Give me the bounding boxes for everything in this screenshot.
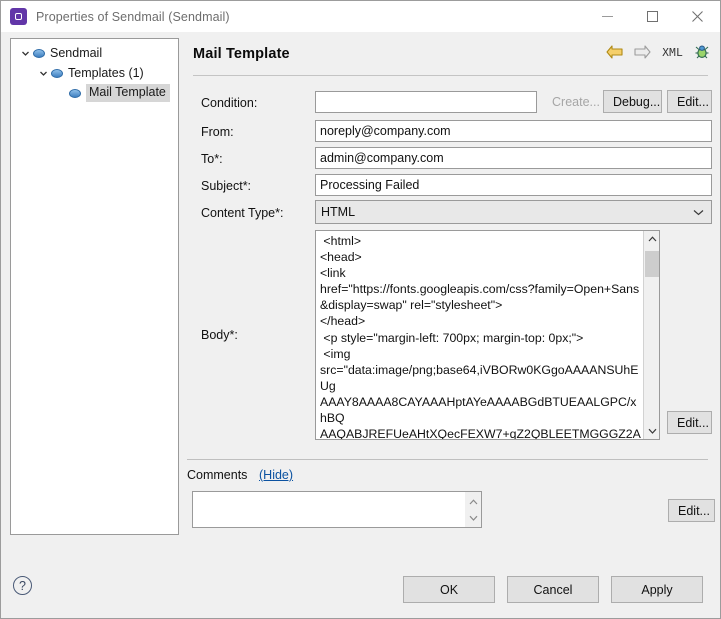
properties-dialog-window: Properties of Sendmail (Sendmail) Sendma… xyxy=(0,0,721,619)
dialog-footer: ? OK Cancel Apply xyxy=(1,562,720,618)
debug-button[interactable]: Debug... xyxy=(603,90,662,113)
app-square-icon xyxy=(10,8,27,25)
tree-item-label: Sendmail xyxy=(50,46,102,61)
scrollbar-thumb[interactable] xyxy=(645,251,659,277)
body-scrollbar[interactable] xyxy=(643,231,659,439)
window-controls xyxy=(585,1,720,32)
back-arrow-icon[interactable] xyxy=(606,45,623,59)
scroll-down-icon[interactable] xyxy=(644,423,660,439)
close-icon[interactable] xyxy=(675,1,720,32)
comments-edit-button[interactable]: Edit... xyxy=(668,499,715,522)
pane-toolbar: XML xyxy=(606,44,710,60)
chevron-down-icon xyxy=(693,205,704,219)
tree-item-mail-template[interactable]: Mail Template xyxy=(11,83,178,103)
forward-arrow-icon[interactable] xyxy=(634,45,651,59)
to-label: To*: xyxy=(201,152,223,166)
properties-pane: Mail Template XML xyxy=(187,32,720,562)
subject-label: Subject*: xyxy=(201,179,251,193)
cancel-button[interactable]: Cancel xyxy=(507,576,599,603)
navigation-tree[interactable]: Sendmail Templates (1) Mail Template xyxy=(10,38,179,535)
title-divider xyxy=(193,75,708,76)
apply-button[interactable]: Apply xyxy=(611,576,703,603)
comments-divider xyxy=(187,459,708,460)
page-title: Mail Template xyxy=(193,46,290,62)
body-textarea[interactable]: <html> <head> <link href="https://fonts.… xyxy=(315,230,660,440)
node-dot-icon xyxy=(33,49,45,58)
body-label: Body*: xyxy=(201,328,238,342)
debug-bug-icon[interactable] xyxy=(694,44,710,60)
scroll-up-icon[interactable] xyxy=(465,493,481,510)
content-type-label: Content Type*: xyxy=(201,206,283,220)
chevron-down-icon[interactable] xyxy=(35,69,51,78)
body-edit-button[interactable]: Edit... xyxy=(667,411,712,434)
node-dot-icon xyxy=(51,69,63,78)
comments-label: Comments xyxy=(187,468,247,482)
dialog-content: Sendmail Templates (1) Mail Template Mai… xyxy=(1,32,720,618)
xml-icon[interactable]: XML xyxy=(662,46,683,59)
scroll-down-icon[interactable] xyxy=(465,509,481,526)
comments-hide-link[interactable]: (Hide) xyxy=(259,468,293,482)
footer-button-group: OK Cancel Apply xyxy=(403,576,703,603)
chevron-down-icon[interactable] xyxy=(17,49,33,58)
tree-item-label: Templates (1) xyxy=(68,66,144,81)
tree-item-templates[interactable]: Templates (1) xyxy=(11,63,178,83)
comments-text-content xyxy=(193,492,465,527)
body-text-content: <html> <head> <link href="https://fonts.… xyxy=(316,231,643,439)
condition-input[interactable] xyxy=(315,91,537,113)
create-button: Create... xyxy=(542,90,598,113)
minimize-icon[interactable] xyxy=(585,1,630,32)
subject-input[interactable] xyxy=(315,174,712,196)
comments-textarea[interactable] xyxy=(192,491,482,528)
tree-item-sendmail[interactable]: Sendmail xyxy=(11,43,178,63)
to-input[interactable] xyxy=(315,147,712,169)
condition-edit-button[interactable]: Edit... xyxy=(667,90,712,113)
from-label: From: xyxy=(201,125,234,139)
help-icon[interactable]: ? xyxy=(13,576,32,595)
tree-item-label: Mail Template xyxy=(86,84,170,102)
content-type-select[interactable]: HTML xyxy=(315,200,712,224)
condition-label: Condition: xyxy=(201,96,257,110)
title-bar: Properties of Sendmail (Sendmail) xyxy=(1,1,720,32)
content-type-value: HTML xyxy=(321,205,355,219)
from-input[interactable] xyxy=(315,120,712,142)
window-title: Properties of Sendmail (Sendmail) xyxy=(36,10,230,24)
comments-scrollbar[interactable] xyxy=(465,492,481,527)
scroll-up-icon[interactable] xyxy=(644,231,660,247)
node-dot-icon xyxy=(69,89,81,98)
maximize-icon[interactable] xyxy=(630,1,675,32)
ok-button[interactable]: OK xyxy=(403,576,495,603)
